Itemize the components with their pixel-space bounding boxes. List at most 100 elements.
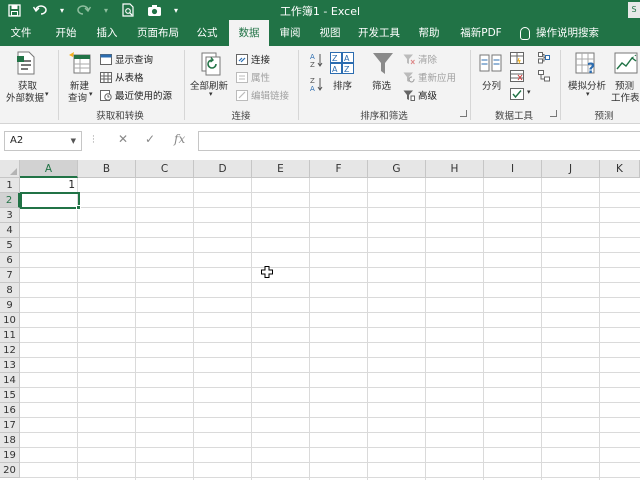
text-to-columns-label[interactable]: 分列 [482,78,501,92]
row-header[interactable]: 18 [0,433,20,448]
column-header-d[interactable]: D [194,160,252,178]
refresh-all-icon[interactable] [200,51,224,80]
row-header[interactable]: 8 [0,283,20,298]
formula-bar-grip-icon[interactable]: · · · [92,133,95,148]
select-all-button[interactable] [0,160,20,178]
tab-data[interactable]: 数据 [229,20,269,46]
ribbon-separator [298,50,299,120]
recent-sources-button[interactable]: 最近使用的源 [100,88,172,102]
recent-sources-icon [100,89,112,101]
column-header-b[interactable]: B [78,160,136,178]
edit-links-button: 编辑链接 [236,88,289,102]
row-header[interactable]: 19 [0,448,20,463]
connections-icon [236,53,248,65]
sort-filter-launcher-icon[interactable] [460,110,467,117]
row-header[interactable]: 20 [0,463,20,478]
svg-text:A: A [310,53,315,61]
tab-formulas[interactable]: 公式 [188,20,226,46]
get-external-data-dropdown-icon[interactable]: ▾ [45,90,49,98]
relationships-icon[interactable] [538,70,550,85]
tab-file[interactable]: 文件 [0,20,42,46]
svg-text:Z: Z [344,65,350,74]
tab-page-layout[interactable]: 页面布局 [130,20,186,46]
row-header[interactable]: 10 [0,313,20,328]
data-tools-launcher-icon[interactable] [550,110,557,117]
ribbon-separator [470,50,471,120]
row-header[interactable]: 16 [0,403,20,418]
tab-insert[interactable]: 插入 [88,20,126,46]
column-header-f[interactable]: F [310,160,368,178]
connections-label: 连接 [251,55,271,66]
row-header[interactable]: 5 [0,238,20,253]
advanced-filter-button[interactable]: 高级 [403,88,437,102]
remove-duplicates-icon[interactable] [510,70,524,85]
sort-label[interactable]: 排序 [333,78,352,92]
new-query-label-2[interactable]: 查询 [68,90,87,104]
column-header-c[interactable]: C [136,160,194,178]
get-external-data-icon[interactable] [16,51,36,78]
tell-me-search[interactable]: 操作说明搜索 [520,20,620,46]
column-header-e[interactable]: E [252,160,310,178]
row-header[interactable]: 11 [0,328,20,343]
what-if-dropdown-icon[interactable]: ▾ [586,90,590,98]
column-header-j[interactable]: J [542,160,600,178]
table-icon [100,71,112,83]
what-if-analysis-icon[interactable]: ? [575,51,599,80]
svg-text:A: A [332,65,338,74]
filter-icon[interactable] [372,52,394,79]
connections-button[interactable]: 连接 [236,52,270,66]
data-validation-icon[interactable] [510,88,524,103]
column-header-k[interactable]: K [600,160,640,178]
row-header[interactable]: 9 [0,298,20,313]
row-header[interactable]: 7 [0,268,20,283]
row-header[interactable]: 4 [0,223,20,238]
column-header-h[interactable]: H [426,160,484,178]
row-header[interactable]: 14 [0,373,20,388]
active-cell-a2[interactable] [20,192,80,209]
formula-bar: A2 ▼ · · · ✕ ✓ fx [0,124,640,160]
user-avatar[interactable]: S [628,2,640,18]
forecast-sheet-icon[interactable] [614,51,640,80]
row-header[interactable]: 15 [0,388,20,403]
column-header-i[interactable]: I [484,160,542,178]
consolidate-icon[interactable] [538,52,550,67]
insert-function-icon[interactable]: fx [174,132,185,146]
formula-input[interactable] [198,131,640,151]
row-header[interactable]: 3 [0,208,20,223]
tab-review[interactable]: 审阅 [272,20,308,46]
new-query-icon[interactable] [68,51,92,80]
tab-help[interactable]: 帮助 [410,20,448,46]
cell-a1[interactable]: 1 [20,178,75,193]
new-query-dropdown-icon[interactable]: ▾ [89,90,93,98]
get-external-data-label-2[interactable]: 外部数据 [6,90,44,104]
fill-handle[interactable] [76,205,81,210]
flash-fill-icon[interactable] [510,52,524,67]
row-header[interactable]: 6 [0,253,20,268]
row-header[interactable]: 12 [0,343,20,358]
tab-foxit-pdf[interactable]: 福新PDF [452,20,510,46]
row-header[interactable]: 17 [0,418,20,433]
refresh-all-dropdown-icon[interactable]: ▾ [209,90,213,98]
tab-home[interactable]: 开始 [46,20,86,46]
name-box-dropdown-icon[interactable]: ▼ [71,132,76,150]
cell-area[interactable] [20,178,640,480]
sort-az-icon[interactable]: AZ [310,52,324,71]
filter-label[interactable]: 筛选 [372,78,391,92]
column-header-g[interactable]: G [368,160,426,178]
sort-za-icon[interactable]: ZA [310,76,324,95]
row-header[interactable]: 2 [0,193,20,208]
text-to-columns-icon[interactable] [479,52,503,79]
group-sort-filter-label: 排序和筛选 [360,111,408,122]
row-header[interactable]: 1 [0,178,20,193]
row-header[interactable]: 13 [0,358,20,373]
select-all-triangle-icon [10,168,17,175]
forecast-sheet-label-2[interactable]: 工作表 [611,90,640,104]
column-header-a[interactable]: A [20,160,78,178]
from-table-button[interactable]: 从表格 [100,70,144,84]
show-queries-button[interactable]: 显示查询 [100,52,153,66]
sort-dialog-icon[interactable]: ZAAZ [330,52,354,77]
data-validation-dropdown-icon[interactable]: ▾ [527,88,531,96]
tab-view[interactable]: 视图 [312,20,348,46]
tab-developer[interactable]: 开发工具 [352,20,406,46]
name-box[interactable]: A2 ▼ [4,131,82,151]
